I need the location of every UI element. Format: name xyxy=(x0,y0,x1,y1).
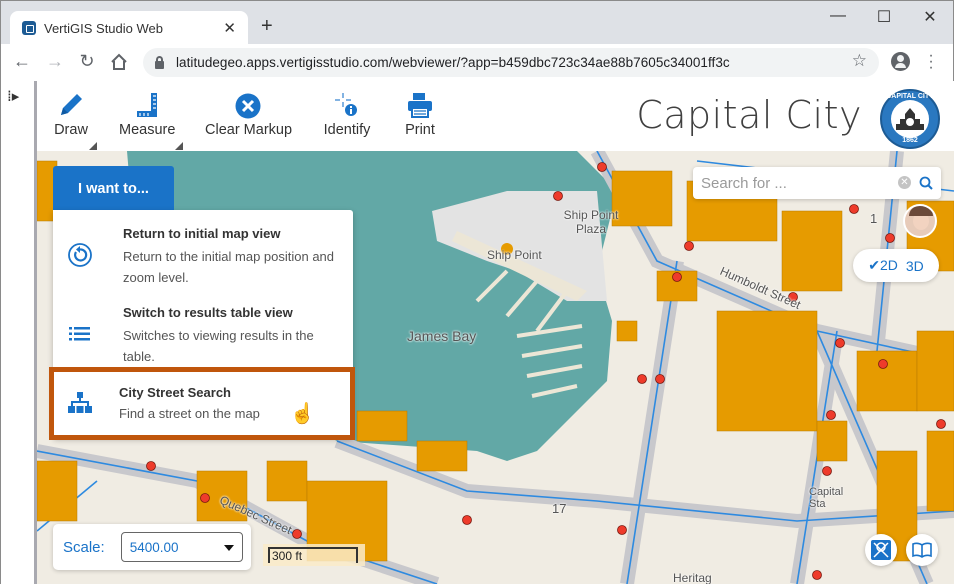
app-container: ⁞▸ Draw Measure Clear Markup Identify Pr… xyxy=(0,81,954,584)
brand-title: Capital City xyxy=(636,93,862,137)
caret-down-icon xyxy=(223,545,234,551)
clear-markup-label: Clear Markup xyxy=(205,122,293,138)
3d-option[interactable]: 3D xyxy=(906,258,924,274)
dropdown-corner-icon xyxy=(89,142,97,150)
minimize-button[interactable]: — xyxy=(815,7,861,25)
search-icon[interactable] xyxy=(919,176,933,190)
kebab-icon[interactable]: · · · xyxy=(927,48,935,76)
bookmarks-button[interactable] xyxy=(906,534,938,566)
tab-title: VertiGIS Studio Web xyxy=(44,20,163,36)
address-bar[interactable]: latitudegeo.apps.vertigisstudio.com/webv… xyxy=(143,48,879,77)
menu-item-description: Return to the initial map position and z… xyxy=(123,249,335,285)
measure-tool-button[interactable]: Measure xyxy=(119,89,183,150)
home-icon xyxy=(111,53,127,70)
city-logo: CAPITAL CITY 1862 xyxy=(880,89,940,149)
url-text: latitudegeo.apps.vertigisstudio.com/webv… xyxy=(176,55,730,70)
map-marker-off-icon xyxy=(871,540,891,560)
logo-top-text: CAPITAL CITY xyxy=(886,93,934,100)
scale-select[interactable]: 5400.00 xyxy=(120,532,243,562)
arrow-right-icon: → xyxy=(46,51,64,71)
scale-bar: 300 ft xyxy=(263,544,365,566)
2d-option[interactable]: ✔2D xyxy=(868,257,898,274)
user-avatar[interactable] xyxy=(903,204,937,238)
browser-tab-strip: VertiGIS Studio Web ✕ + — ☐ ✕ xyxy=(0,0,954,45)
hand-cursor-icon: ☝ xyxy=(290,403,315,425)
logo-bottom-text: 1862 xyxy=(902,137,918,144)
sitemap-icon xyxy=(68,392,92,413)
scale-bar-text: 300 ft xyxy=(272,549,303,563)
identify-label: Identify xyxy=(323,122,371,138)
map-label-route-1: 1 xyxy=(870,211,878,226)
pencil-icon xyxy=(61,94,82,115)
back-button[interactable]: ← xyxy=(10,51,34,72)
scale-value: 5400.00 xyxy=(129,539,179,555)
menu-item-description: Switches to viewing results in the table… xyxy=(123,328,314,364)
close-window-button[interactable]: ✕ xyxy=(907,7,953,27)
search-input[interactable]: Search for ... xyxy=(701,175,787,192)
menu-item-title: Switch to results table view xyxy=(123,305,293,320)
i-want-to-button[interactable]: I want to... xyxy=(53,166,174,211)
new-tab-button[interactable]: + xyxy=(261,15,273,38)
close-tab-icon[interactable]: ✕ xyxy=(223,19,236,37)
profile-icon[interactable] xyxy=(891,52,910,71)
identify-tool-button[interactable]: Identify xyxy=(322,89,372,138)
dropdown-corner-icon xyxy=(175,142,183,150)
map-label-ship-point-plaza: Ship Point Plaza xyxy=(563,208,619,236)
printer-icon xyxy=(408,93,432,118)
lock-icon xyxy=(155,55,164,69)
list-icon xyxy=(69,327,90,341)
left-panel: ⁞▸ xyxy=(1,81,37,584)
close-circle-icon xyxy=(235,93,261,119)
book-icon xyxy=(912,542,932,558)
reset-view-icon xyxy=(68,243,92,267)
measure-label: Measure xyxy=(119,122,176,138)
vertigis-favicon-icon xyxy=(22,21,36,35)
browser-toolbar: ← → ↻ latitudegeo.apps.vertigisstudio.co… xyxy=(0,44,954,81)
scale-control: Scale: 5400.00 xyxy=(53,524,251,570)
print-button[interactable]: Print xyxy=(403,89,437,138)
menu-item-title: City Street Search xyxy=(119,385,231,400)
menu-item-description: Find a street on the map xyxy=(119,406,260,421)
clear-markup-button[interactable]: Clear Markup xyxy=(205,89,293,138)
map-view[interactable]: James Bay Ship Point Ship Point Plaza Hu… xyxy=(37,151,954,584)
search-box[interactable]: Search for ... ✕ xyxy=(693,167,941,199)
forward-button[interactable]: → xyxy=(43,51,67,72)
maximize-button[interactable]: ☐ xyxy=(861,7,907,27)
arrow-left-icon: ← xyxy=(13,51,31,71)
print-label: Print xyxy=(405,122,435,138)
map-label-route-17: 17 xyxy=(552,501,567,516)
2d-3d-toggle: ✔2D 3D xyxy=(853,249,939,282)
panel-toggle-icon[interactable]: ⁞▸ xyxy=(7,87,19,105)
draw-label: Draw xyxy=(54,122,88,138)
ruler-icon xyxy=(137,93,157,117)
star-icon[interactable]: ☆ xyxy=(852,51,867,71)
checkmark-icon: ✔ xyxy=(868,257,880,273)
menu-item-city-street-search[interactable]: City Street Search Find a street on the … xyxy=(49,367,355,440)
map-label-capital-station: Capital Sta xyxy=(809,486,844,510)
clear-search-icon[interactable]: ✕ xyxy=(898,176,911,189)
menu-item-results-table[interactable]: Switch to results table view Switches to… xyxy=(53,289,353,367)
scale-label: Scale: xyxy=(63,538,105,556)
map-label-james-bay: James Bay xyxy=(407,328,477,344)
browser-tab[interactable]: VertiGIS Studio Web ✕ xyxy=(10,11,248,45)
logo-emblem xyxy=(891,100,929,138)
app-header: Draw Measure Clear Markup Identify Print… xyxy=(37,81,954,151)
menu-item-return-initial-view[interactable]: Return to initial map view Return to the… xyxy=(53,210,353,288)
identify-icon xyxy=(335,93,357,116)
basemap-toggle-button[interactable] xyxy=(865,534,897,566)
reload-button[interactable]: ↻ xyxy=(75,51,99,72)
draw-tool-button[interactable]: Draw xyxy=(53,89,97,150)
map-label-heritage: Heritag xyxy=(673,571,712,584)
map-label-ship-point: Ship Point xyxy=(487,248,542,262)
menu-item-title: Return to initial map view xyxy=(123,226,281,241)
home-button[interactable] xyxy=(107,51,131,76)
reload-icon: ↻ xyxy=(79,51,95,71)
